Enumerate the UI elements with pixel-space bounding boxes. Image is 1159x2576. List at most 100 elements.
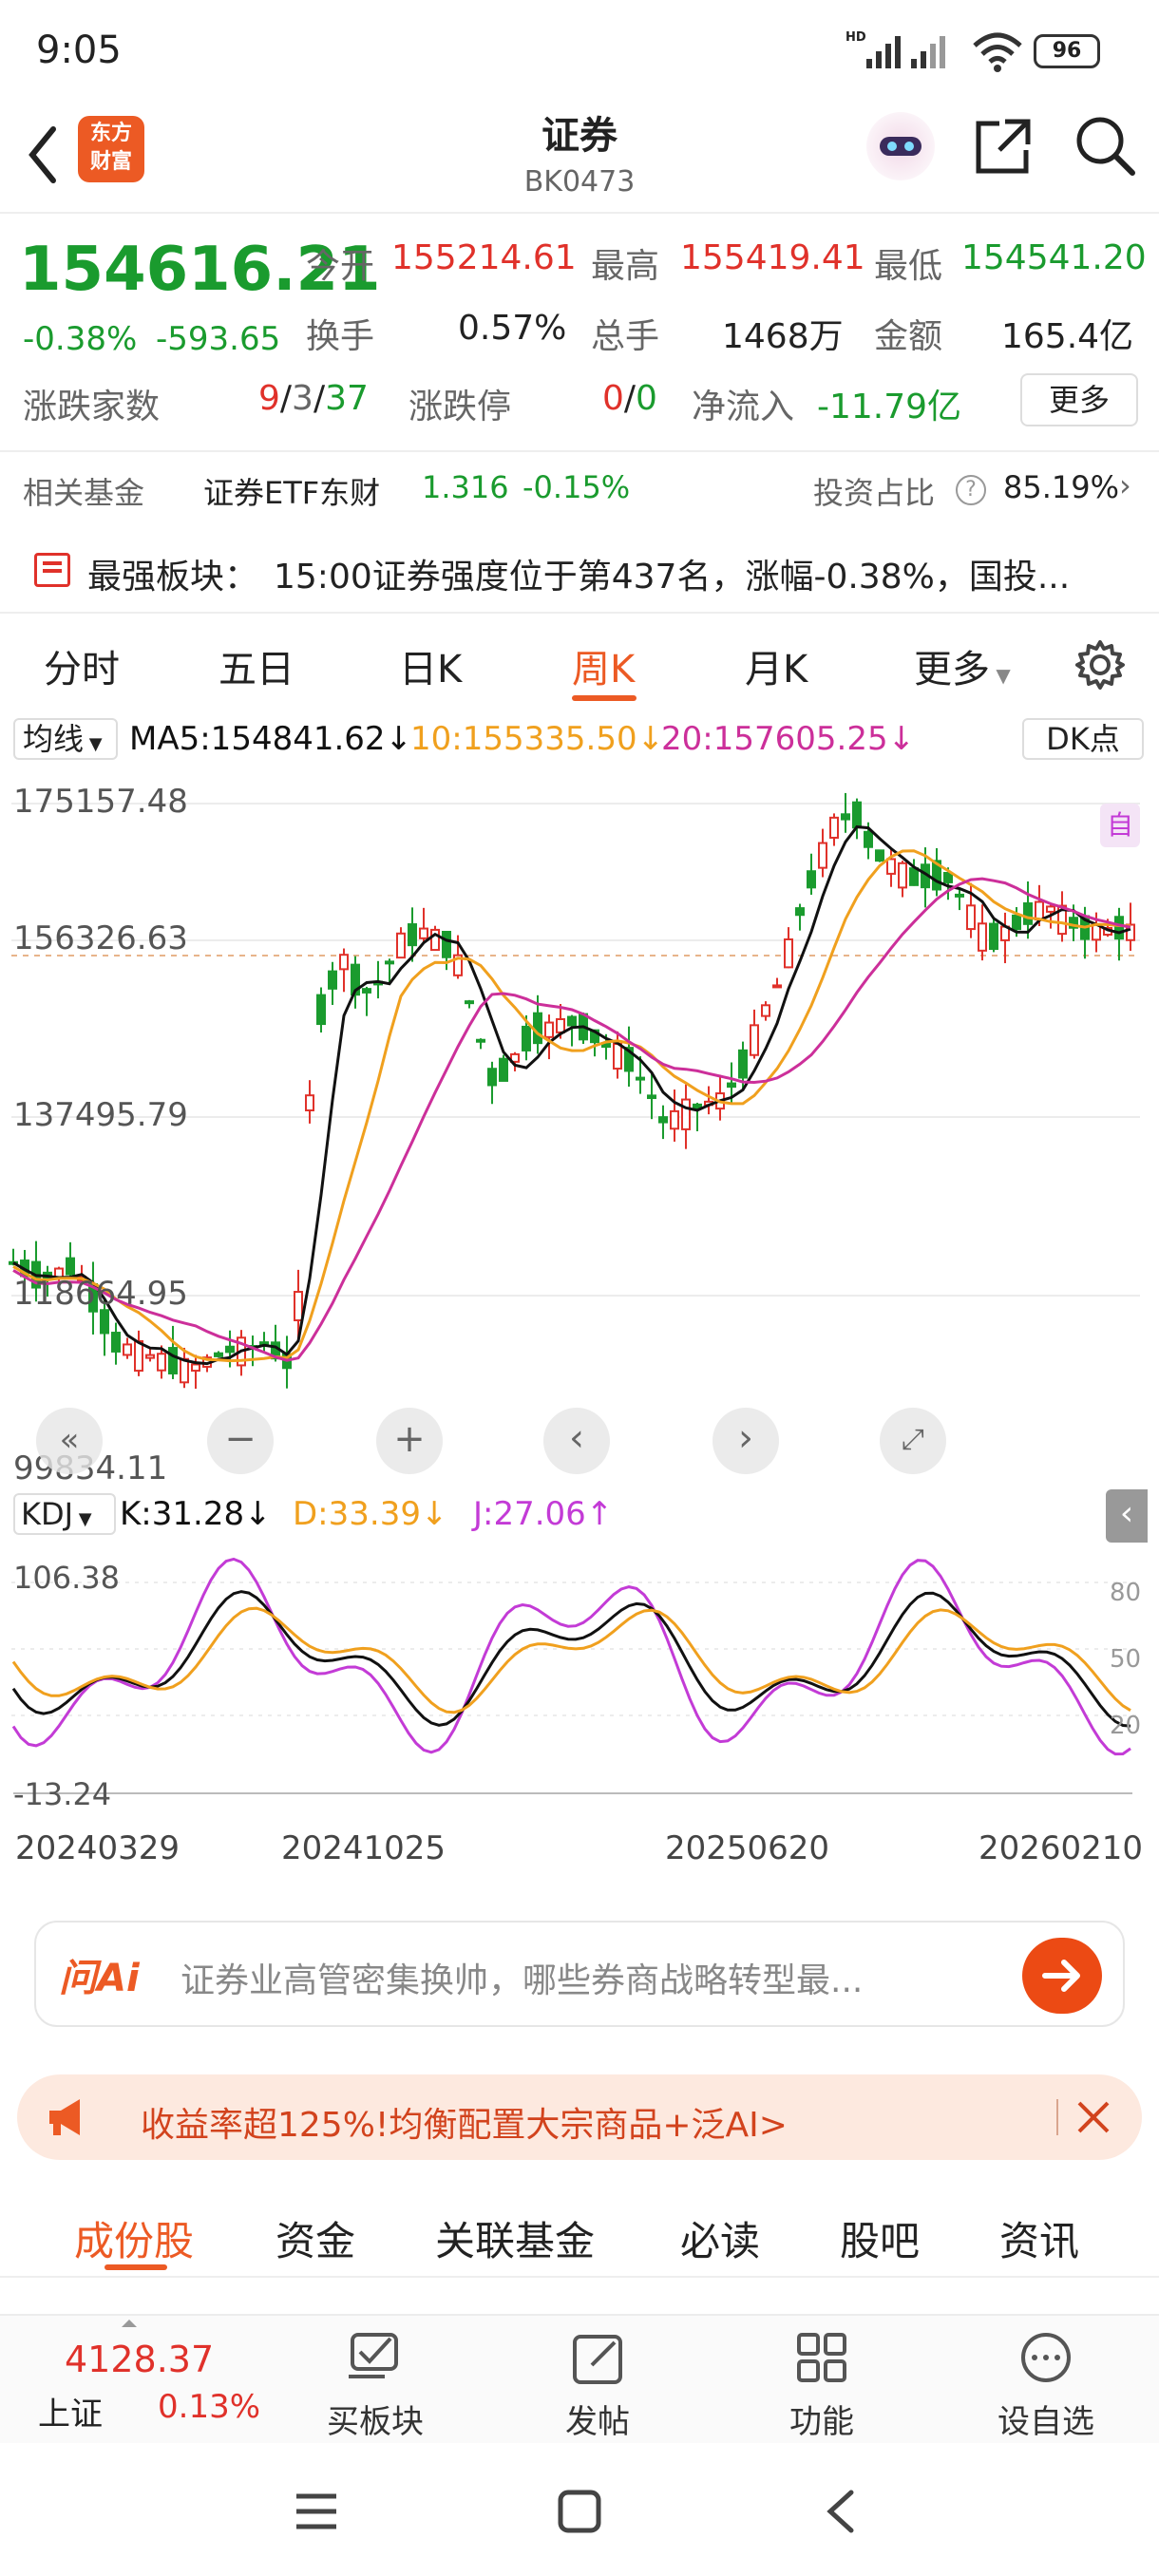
page-subtitle: BK0473 [523, 165, 636, 199]
low-value: 154541.20 [961, 238, 1147, 277]
candle-body [305, 1094, 314, 1112]
dk-point-button[interactable]: DK点 [1022, 718, 1144, 760]
tab-must-read[interactable]: 必读 [680, 2209, 760, 2267]
candle-body [681, 1098, 691, 1130]
fullscreen-icon[interactable]: ⤢ [880, 1408, 946, 1474]
candle-body [499, 1057, 508, 1082]
broadcast-icon [34, 553, 70, 587]
kdj-d-line [11, 1606, 1131, 1714]
tab-constituents[interactable]: 成份股 [74, 2209, 194, 2267]
home-icon[interactable] [557, 2489, 602, 2534]
wifi-icon [973, 32, 1022, 72]
back-nav-icon[interactable] [821, 2487, 859, 2536]
date-label: 20241025 [281, 1829, 446, 1867]
kdj-chart[interactable] [0, 1544, 1159, 1801]
functions-button[interactable]: 功能 [750, 2316, 893, 2445]
tab-forum[interactable]: 股吧 [840, 2209, 920, 2267]
strong-label: 最强板块： [87, 558, 259, 597]
candle-body [1023, 902, 1033, 925]
add-watchlist-button[interactable]: 设自选 [975, 2316, 1117, 2445]
tab-daily[interactable]: 日K [399, 638, 462, 693]
caret-up-icon [122, 2320, 137, 2327]
close-icon[interactable] [1074, 2097, 1113, 2137]
strong-text: 15:00证券强度位于第437名，涨幅-0.38%，国投... [274, 558, 1071, 597]
promo-divider [1056, 2099, 1058, 2135]
tab-weekly[interactable]: 周K [572, 638, 635, 693]
tab-monthly[interactable]: 月K [745, 638, 808, 693]
limit-label: 涨跌停 [408, 388, 512, 426]
ma20-value: 20:157605.25↓ [661, 720, 916, 758]
ma-selector[interactable]: 均线 ▼ [13, 718, 118, 760]
candle-body [339, 954, 349, 971]
search-icon[interactable] [1072, 112, 1140, 180]
status-bar: 9:05 HD 96 [0, 0, 1159, 104]
candle-body [818, 842, 827, 869]
candle-body [100, 1309, 109, 1335]
section-tabs: 成份股 资金 关联基金 必读 股吧 资讯 [0, 2181, 1159, 2278]
inflow-label: 净流入 [692, 388, 795, 426]
candle-body [955, 893, 964, 898]
buy-sector-button[interactable]: 买板块 [304, 2316, 446, 2445]
limit-values: 0/0 [602, 379, 657, 418]
amount-value: 165.4亿 [1001, 317, 1134, 356]
ai-ask-box[interactable]: 问Ai 证券业高管密集换帅，哪些券商战略转型最... [34, 1921, 1125, 2027]
chevron-right-icon: › [1119, 467, 1131, 503]
tab-funds-flow[interactable]: 资金 [276, 2209, 355, 2267]
change-pct: -0.38% [23, 320, 138, 358]
candle-body [134, 1339, 143, 1373]
candle-body [157, 1353, 166, 1372]
nav-bar: 东方 财富 证券 BK0473 [0, 104, 1159, 214]
candle-body [795, 907, 805, 917]
candle-body [362, 988, 371, 994]
index-ticker[interactable]: 4128.37 上证 0.13% [0, 2316, 260, 2445]
back-icon[interactable] [21, 122, 63, 188]
strongest-sector-banner[interactable]: 最强板块： 15:00证券强度位于第437名，涨幅-0.38%，国投... [0, 532, 1159, 608]
candle-body [66, 1257, 75, 1276]
candle-body [396, 932, 406, 959]
collapse-panel-icon[interactable]: ‹ [1106, 1489, 1148, 1543]
kdj-selector[interactable]: KDJ ▼ [13, 1493, 116, 1535]
tab-related-funds[interactable]: 关联基金 [435, 2209, 595, 2267]
zoom-in-button[interactable]: + [376, 1408, 443, 1474]
subtab-active-indicator [104, 2264, 167, 2270]
candle-body [1114, 916, 1124, 940]
zoom-out-button[interactable]: − [207, 1408, 274, 1474]
tab-five-day[interactable]: 五日 [218, 638, 294, 693]
ai-robot-avatar[interactable] [866, 112, 935, 180]
more-button[interactable]: 更多 [1020, 373, 1138, 426]
candle-body [487, 1068, 497, 1087]
menu-icon[interactable] [293, 2491, 340, 2532]
self-select-marker[interactable]: 自 [1100, 804, 1140, 847]
inflow-value: -11.79亿 [817, 388, 962, 426]
post-button[interactable]: 发帖 [526, 2316, 669, 2445]
fund-name[interactable]: 证券ETF东财 [203, 469, 380, 513]
scroll-left-fast-button[interactable]: « [36, 1408, 103, 1474]
candle-body [613, 1043, 622, 1070]
divider [0, 2276, 1159, 2278]
tab-news[interactable]: 资讯 [999, 2209, 1079, 2267]
candle-body [670, 1109, 679, 1130]
price-axis-label: 156326.63 [13, 919, 188, 957]
scroll-left-button[interactable]: ‹ [543, 1408, 610, 1474]
ai-submit-button[interactable] [1022, 1938, 1102, 2014]
candle-body [738, 1049, 748, 1079]
share-icon[interactable] [971, 114, 1036, 179]
candle-body [191, 1363, 200, 1373]
settings-gear-icon[interactable] [1072, 636, 1129, 693]
date-label: 20250620 [665, 1829, 830, 1867]
candle-body [111, 1332, 121, 1353]
promo-banner[interactable]: 收益率超125%!均衡配置大宗商品+泛AI> [17, 2074, 1142, 2160]
scroll-right-button[interactable]: › [712, 1408, 779, 1474]
tab-minute[interactable]: 分时 [44, 638, 120, 693]
ai-question-input[interactable]: 证券业高管密集换帅，哪些券商战略转型最... [180, 1953, 863, 2002]
volume-value: 1468万 [722, 317, 844, 356]
tab-more[interactable]: 更多 ▼ [914, 638, 1011, 693]
help-icon[interactable]: ? [956, 475, 986, 505]
candle-body [886, 858, 896, 875]
kline-chart-area[interactable]: 均线 ▼ MA5:154841.62↓ 10:155335.50↓ 20:157… [0, 709, 1159, 1896]
related-fund-row[interactable]: 相关基金 证券ETF东财 1.316 -0.15% 投资占比 ? 85.19% … [0, 454, 1159, 522]
bottom-toolbar: 4128.37 上证 0.13% 买板块 发帖 功能 设自选 [0, 2314, 1159, 2443]
candle-body [1012, 914, 1021, 931]
megaphone-icon [49, 2099, 80, 2135]
app-logo[interactable]: 东方 财富 [78, 116, 144, 182]
